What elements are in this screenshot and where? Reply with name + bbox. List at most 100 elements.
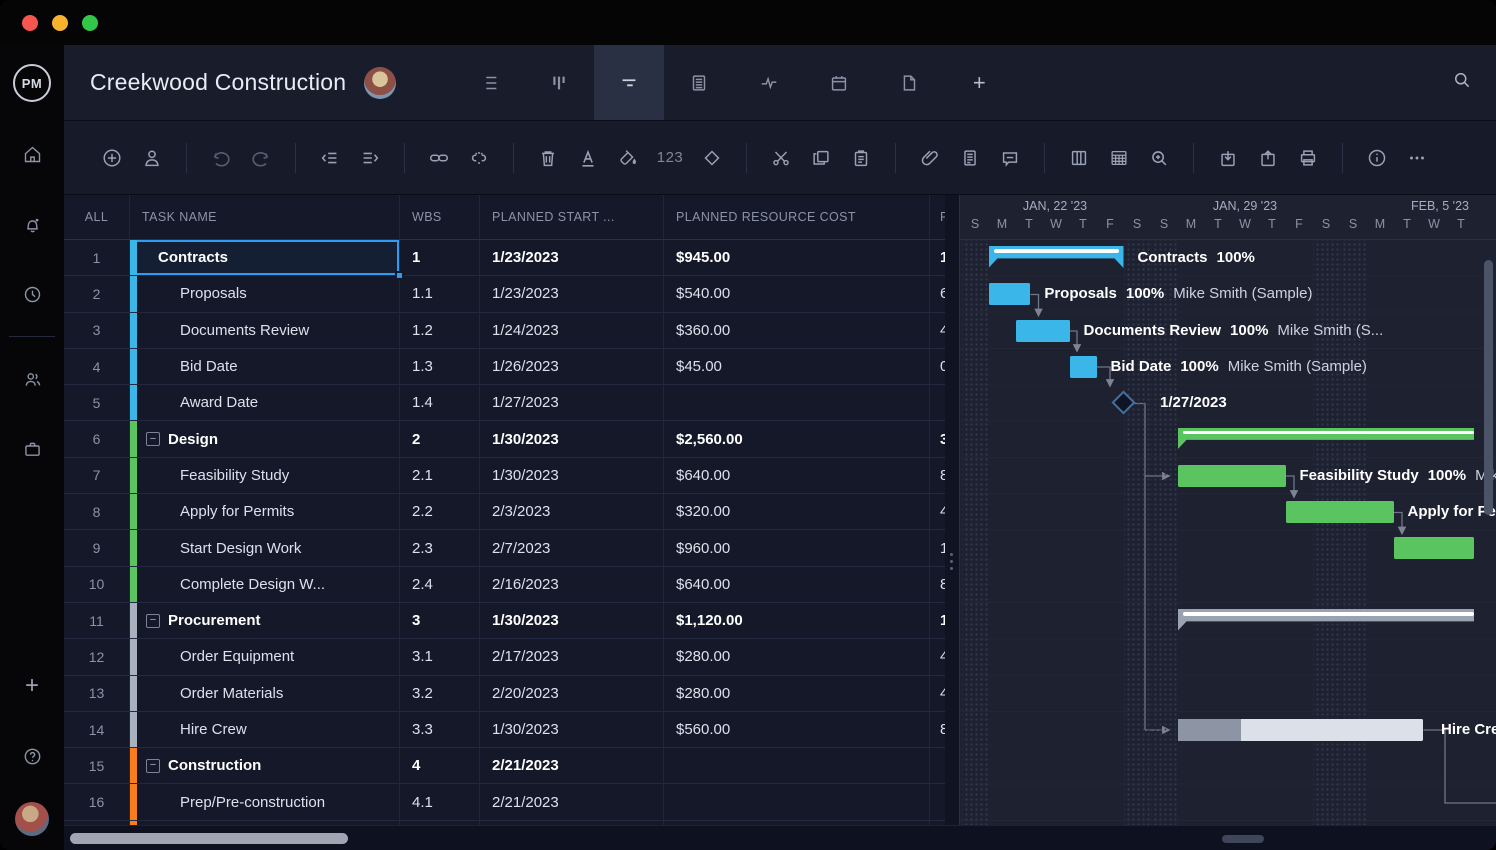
tab-calendar-view[interactable] <box>804 45 874 120</box>
collapse-toggle-icon[interactable] <box>146 432 160 446</box>
task-name-cell[interactable]: Prep/Pre-construction <box>130 784 400 819</box>
task-name-cell[interactable]: Contracts <box>130 240 400 275</box>
columns-icon[interactable] <box>1059 138 1099 178</box>
task-name-cell[interactable]: Complete Design W... <box>130 567 400 602</box>
notes-icon[interactable] <box>950 138 990 178</box>
table-row[interactable]: 14Hire Crew3.31/30/2023$560.008 <box>64 712 945 748</box>
paste-icon[interactable] <box>841 138 881 178</box>
table-row[interactable]: 4Bid Date1.31/26/2023$45.000 <box>64 349 945 385</box>
task-name-cell[interactable]: Hire Crew <box>130 712 400 747</box>
indent-icon[interactable] <box>350 138 390 178</box>
task-name-cell[interactable]: Order Materials <box>130 676 400 711</box>
gantt-horizontal-scrollbar[interactable] <box>1222 835 1264 843</box>
import-icon[interactable] <box>1208 138 1248 178</box>
table-row[interactable]: 2Proposals1.11/23/2023$540.006 <box>64 276 945 312</box>
zoom-in-icon[interactable] <box>1139 138 1179 178</box>
table-row[interactable]: 15Construction42/21/2023 <box>64 748 945 784</box>
gantt-task-bar[interactable] <box>1178 465 1286 487</box>
help-icon[interactable] <box>12 736 52 776</box>
gantt-task-bar[interactable] <box>989 283 1031 305</box>
tab-list-view[interactable] <box>454 45 524 120</box>
outdent-icon[interactable] <box>310 138 350 178</box>
minimize-window-button[interactable] <box>52 15 68 31</box>
add-task-icon[interactable] <box>92 138 132 178</box>
table-row[interactable]: 10Complete Design W...2.42/16/2023$640.0… <box>64 567 945 603</box>
delete-task-icon[interactable] <box>528 138 568 178</box>
gantt-task-bar[interactable] <box>1016 320 1070 342</box>
table-horizontal-scrollbar[interactable] <box>70 833 348 844</box>
redo-icon[interactable] <box>241 138 281 178</box>
gantt-task-bar[interactable] <box>1178 719 1424 741</box>
task-name-cell[interactable]: Apply for Permits <box>130 494 400 529</box>
add-view-button[interactable]: + <box>944 45 1014 120</box>
copy-icon[interactable] <box>801 138 841 178</box>
pane-resize-handle[interactable] <box>945 195 960 850</box>
tab-sheet-view[interactable] <box>664 45 734 120</box>
gantt-vertical-scrollbar[interactable] <box>1484 260 1493 515</box>
tab-board-view[interactable] <box>524 45 594 120</box>
table-row[interactable]: 5Award Date1.41/27/2023 <box>64 385 945 421</box>
table-row[interactable]: 12Order Equipment3.12/17/2023$280.004 <box>64 639 945 675</box>
home-icon[interactable] <box>12 134 52 174</box>
task-name-cell[interactable]: Documents Review <box>130 313 400 348</box>
task-name-cell[interactable]: Order Equipment <box>130 639 400 674</box>
milestone-icon[interactable] <box>692 138 732 178</box>
table-row[interactable]: 7Feasibility Study2.11/30/2023$640.008 <box>64 458 945 494</box>
task-name-cell[interactable]: Start Design Work <box>130 530 400 565</box>
tab-page-view[interactable] <box>874 45 944 120</box>
task-name-cell[interactable]: Feasibility Study <box>130 458 400 493</box>
tab-gantt-view[interactable] <box>594 45 664 120</box>
pm-logo[interactable]: PM <box>13 64 51 102</box>
table-row[interactable]: 3Documents Review1.21/24/2023$360.004 <box>64 313 945 349</box>
gantt-summary-bar[interactable] <box>989 246 1124 268</box>
task-name-cell[interactable]: Design <box>130 421 400 456</box>
gantt-task-bar[interactable] <box>1286 501 1394 523</box>
column-header-all[interactable]: ALL <box>64 195 130 239</box>
timesheet-clock-icon[interactable] <box>12 274 52 314</box>
table-icon[interactable] <box>1099 138 1139 178</box>
tab-activity-view[interactable] <box>734 45 804 120</box>
column-header-planned-effort[interactable]: P <box>930 195 945 239</box>
collapse-toggle-icon[interactable] <box>146 614 160 628</box>
maximize-window-button[interactable] <box>82 15 98 31</box>
table-row[interactable]: 1Contracts11/23/2023$945.001 <box>64 240 945 276</box>
table-row[interactable]: 16Prep/Pre-construction4.12/21/2023 <box>64 784 945 820</box>
comment-icon[interactable] <box>990 138 1030 178</box>
gantt-task-bar[interactable] <box>1394 537 1475 559</box>
table-row[interactable]: 13Order Materials3.22/20/2023$280.004 <box>64 676 945 712</box>
user-avatar[interactable] <box>15 802 49 836</box>
table-row[interactable]: 9Start Design Work2.32/7/2023$960.001 <box>64 530 945 566</box>
table-row[interactable]: 8Apply for Permits2.22/3/2023$320.004 <box>64 494 945 530</box>
gantt-task-bar[interactable] <box>1070 356 1097 378</box>
task-name-cell[interactable]: Proposals <box>130 276 400 311</box>
project-owner-avatar[interactable] <box>364 67 396 99</box>
selection-fill-handle[interactable] <box>395 271 404 280</box>
column-header-task-name[interactable]: TASK NAME <box>130 195 400 239</box>
fill-color-icon[interactable] <box>608 138 648 178</box>
close-window-button[interactable] <box>22 15 38 31</box>
assign-user-icon[interactable] <box>132 138 172 178</box>
export-icon[interactable] <box>1248 138 1288 178</box>
info-icon[interactable] <box>1357 138 1397 178</box>
print-icon[interactable] <box>1288 138 1328 178</box>
column-header-wbs[interactable]: WBS <box>400 195 480 239</box>
undo-icon[interactable] <box>201 138 241 178</box>
unlink-tasks-icon[interactable] <box>459 138 499 178</box>
team-users-icon[interactable] <box>12 359 52 399</box>
collapse-toggle-icon[interactable] <box>146 759 160 773</box>
attachment-icon[interactable] <box>910 138 950 178</box>
cut-icon[interactable] <box>761 138 801 178</box>
column-header-planned-resource-cost[interactable]: PLANNED RESOURCE COST <box>664 195 930 239</box>
font-color-icon[interactable] <box>568 138 608 178</box>
task-name-cell[interactable]: Procurement <box>130 603 400 638</box>
task-name-cell[interactable]: Award Date <box>130 385 400 420</box>
notifications-bell-icon[interactable] <box>12 204 52 244</box>
column-header-planned-start[interactable]: PLANNED START ... <box>480 195 664 239</box>
table-row[interactable]: 6Design21/30/2023$2,560.003 <box>64 421 945 457</box>
sidebar-add-icon[interactable]: + <box>12 666 52 706</box>
search-icon[interactable] <box>1452 70 1472 95</box>
link-tasks-icon[interactable] <box>419 138 459 178</box>
more-options-icon[interactable] <box>1397 138 1437 178</box>
task-name-cell[interactable]: Construction <box>130 748 400 783</box>
number-format-icon[interactable]: 123 <box>648 138 692 178</box>
